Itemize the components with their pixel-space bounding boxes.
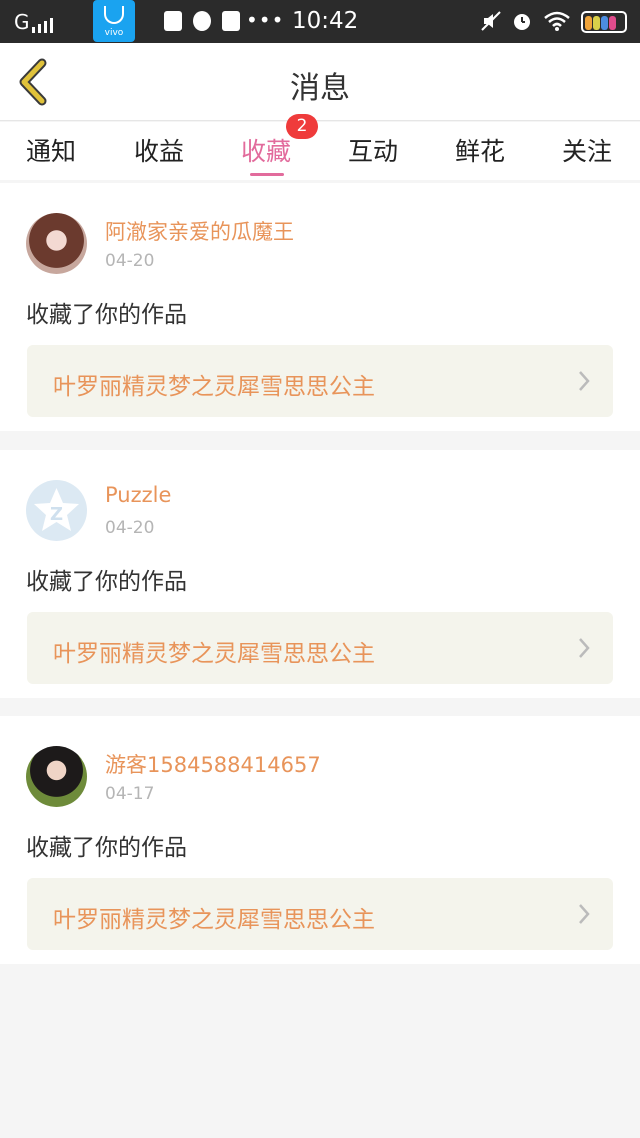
avatar[interactable] — [26, 746, 87, 807]
chevron-right-icon — [579, 638, 590, 658]
mute-icon — [480, 10, 502, 37]
qq-zone-default-avatar-icon: Z — [34, 488, 79, 531]
svg-text:Z: Z — [50, 504, 63, 525]
avatar[interactable]: Z — [26, 480, 87, 541]
chevron-right-icon — [579, 904, 590, 924]
tab-notifications[interactable]: 通知 — [26, 132, 76, 168]
signal-icon — [32, 14, 56, 33]
notification-action: 收藏了你的作品 — [26, 835, 187, 861]
username[interactable]: Puzzle — [105, 483, 171, 507]
tab-earnings[interactable]: 收益 — [134, 132, 184, 168]
alarm-icon — [511, 10, 533, 37]
chevron-right-icon — [579, 371, 590, 391]
notification-action: 收藏了你的作品 — [26, 302, 187, 328]
app-header: 消息 — [0, 43, 640, 121]
notification-action: 收藏了你的作品 — [26, 569, 187, 595]
clipboard-check-icon — [222, 11, 240, 31]
tab-favorites-badge: 2 — [286, 114, 318, 139]
notification-date: 04-17 — [105, 784, 155, 804]
shopping-bag-icon — [164, 11, 182, 31]
notification-card: 阿澈家亲爱的瓜魔王 04-20 收藏了你的作品 叶罗丽精灵梦之灵犀雪思思公主 — [0, 183, 640, 431]
work-link[interactable]: 叶罗丽精灵梦之灵犀雪思思公主 — [27, 612, 613, 684]
carrier-label: G — [14, 10, 30, 34]
wifi-icon — [543, 10, 571, 37]
work-title: 叶罗丽精灵梦之灵犀雪思思公主 — [53, 374, 375, 400]
username[interactable]: 阿澈家亲爱的瓜魔王 — [105, 216, 294, 246]
work-title: 叶罗丽精灵梦之灵犀雪思思公主 — [53, 641, 375, 667]
notification-card: Z Puzzle 04-20 收藏了你的作品 叶罗丽精灵梦之灵犀雪思思公主 — [0, 450, 640, 698]
username[interactable]: 游客1584588414657 — [105, 749, 321, 779]
tab-interactions[interactable]: 互动 — [348, 132, 398, 168]
battery-icon — [581, 11, 627, 33]
tab-favorites[interactable]: 收藏 — [241, 132, 291, 168]
clock-time: 10:42 — [292, 8, 359, 34]
notification-card: 游客1584588414657 04-17 收藏了你的作品 叶罗丽精灵梦之灵犀雪… — [0, 716, 640, 964]
vivo-appstore-icon: vivo — [93, 0, 135, 42]
tab-following[interactable]: 关注 — [562, 132, 612, 168]
app-label: vivo — [104, 28, 124, 38]
work-link[interactable]: 叶罗丽精灵梦之灵犀雪思思公主 — [27, 878, 613, 950]
work-title: 叶罗丽精灵梦之灵犀雪思思公主 — [53, 907, 375, 933]
active-tab-indicator — [250, 173, 284, 176]
globe-icon — [193, 11, 211, 31]
avatar[interactable] — [26, 213, 87, 274]
notification-date: 04-20 — [105, 518, 155, 538]
tab-bar: 通知 收益 收藏 2 互动 鲜花 关注 — [0, 114, 640, 180]
work-link[interactable]: 叶罗丽精灵梦之灵犀雪思思公主 — [27, 345, 613, 417]
page-title: 消息 — [290, 71, 350, 106]
more-notifications-icon: ••• — [246, 8, 285, 32]
status-bar: G vivo ••• 10:42 — [0, 0, 640, 43]
notification-date: 04-20 — [105, 251, 155, 271]
tab-flowers[interactable]: 鲜花 — [455, 132, 505, 168]
